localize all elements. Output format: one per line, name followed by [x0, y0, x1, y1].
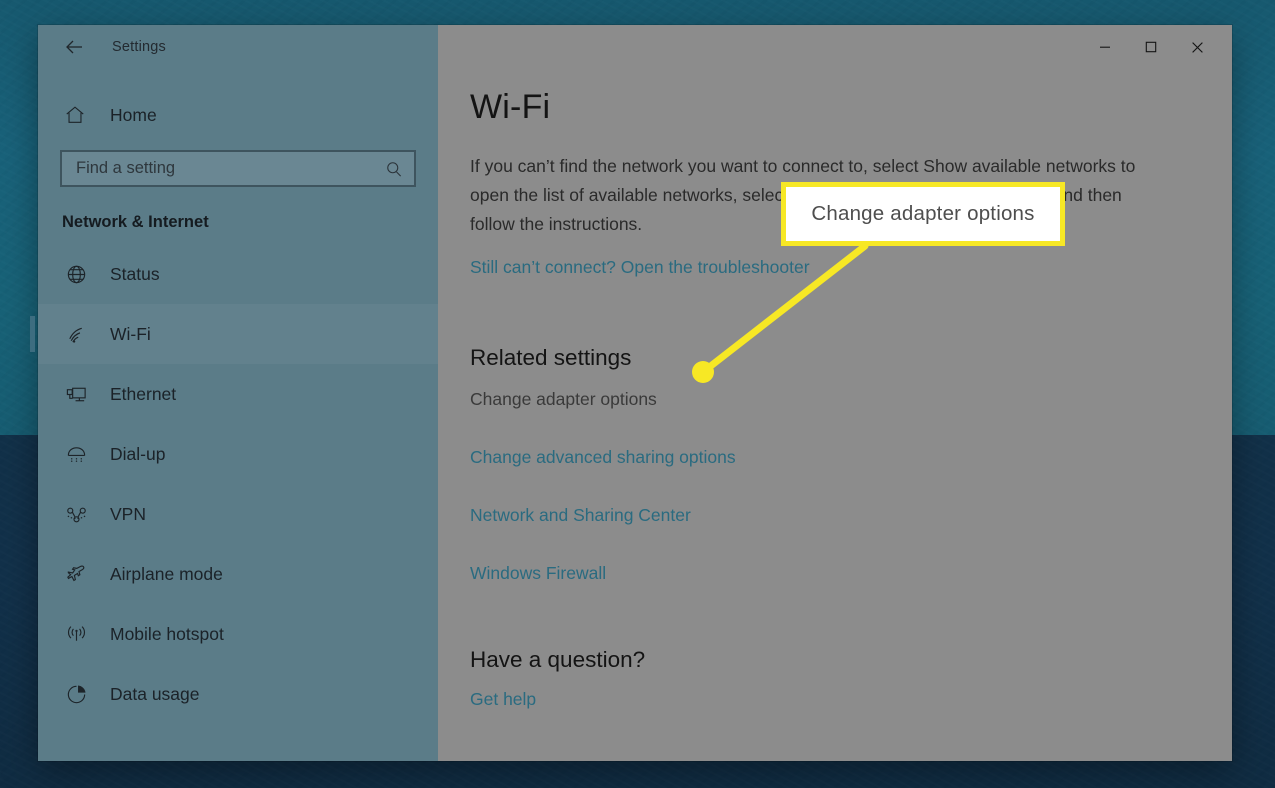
change-adapter-options-item[interactable]: Change adapter options — [470, 385, 657, 413]
wifi-icon — [62, 323, 90, 346]
close-icon[interactable] — [1174, 25, 1220, 69]
window-title: Settings — [112, 39, 166, 55]
globe-icon — [62, 263, 90, 286]
settings-main-panel: Wi-Fi If you can’t find the network you … — [438, 25, 1232, 761]
dialup-phone-icon — [62, 443, 90, 466]
sidebar-item-ethernet[interactable]: Ethernet — [38, 364, 438, 424]
home-icon — [62, 104, 88, 126]
sidebar-item-wifi[interactable]: Wi-Fi — [30, 304, 438, 364]
sidebar-item-home[interactable]: Home — [38, 94, 438, 136]
search-input[interactable] — [76, 159, 384, 178]
have-a-question-heading: Have a question? — [470, 647, 646, 673]
sidebar-item-label: Dial-up — [110, 443, 166, 464]
maximize-icon[interactable] — [1128, 25, 1174, 69]
airplane-icon — [62, 563, 90, 586]
sidebar-item-label: Data usage — [110, 683, 200, 704]
sidebar-home-label: Home — [110, 104, 157, 125]
sidebar-search-wrapper — [38, 136, 438, 187]
sidebar-nav-list: Status Wi-Fi Ethernet Dial-up VPN Airpla… — [30, 244, 438, 724]
hotspot-icon — [62, 623, 90, 646]
sidebar-item-label: Wi-Fi — [110, 323, 151, 344]
get-help-link[interactable]: Get help — [470, 685, 536, 713]
page-title: Wi-Fi — [470, 88, 551, 126]
have-a-question-block: Have a question? Get help — [470, 647, 1188, 713]
sidebar-item-label: VPN — [110, 503, 146, 524]
pie-chart-icon — [62, 683, 90, 706]
sidebar-item-label: Airplane mode — [110, 563, 223, 584]
search-box[interactable] — [60, 150, 416, 187]
wifi-description: If you can’t find the network you want t… — [470, 156, 1136, 235]
sidebar-item-data-usage[interactable]: Data usage — [38, 664, 438, 724]
window-titlebar-right — [438, 25, 1232, 69]
sidebar-item-status[interactable]: Status — [38, 244, 438, 304]
related-settings-heading: Related settings — [470, 345, 632, 371]
vpn-icon — [62, 503, 90, 526]
network-and-sharing-center-link[interactable]: Network and Sharing Center — [470, 501, 691, 529]
minimize-icon[interactable] — [1082, 25, 1128, 69]
windows-firewall-link[interactable]: Windows Firewall — [470, 559, 606, 587]
ethernet-icon — [62, 383, 90, 406]
sidebar-item-label: Mobile hotspot — [110, 623, 224, 644]
sidebar-category-heading: Network & Internet — [62, 213, 209, 231]
sidebar-item-label: Ethernet — [110, 383, 177, 404]
sidebar-item-airplane-mode[interactable]: Airplane mode — [38, 544, 438, 604]
troubleshooter-link[interactable]: Still can’t connect? Open the troublesho… — [470, 253, 810, 281]
settings-sidebar: Settings Home Network & Internet — [30, 25, 438, 761]
sidebar-item-label: Status — [110, 263, 160, 284]
settings-window: Settings Home Network & Internet — [30, 25, 1232, 761]
main-content: Wi-Fi If you can’t find the network you … — [438, 69, 1232, 761]
sidebar-item-dialup[interactable]: Dial-up — [38, 424, 438, 484]
window-titlebar-left: Settings — [38, 25, 438, 69]
sidebar-item-mobile-hotspot[interactable]: Mobile hotspot — [38, 604, 438, 664]
sidebar-item-vpn[interactable]: VPN — [38, 484, 438, 544]
back-arrow-icon[interactable] — [60, 33, 88, 61]
change-advanced-sharing-options-link[interactable]: Change advanced sharing options — [470, 443, 736, 471]
related-settings-links: Change advanced sharing options Network … — [470, 443, 1188, 587]
search-icon[interactable] — [384, 159, 404, 179]
